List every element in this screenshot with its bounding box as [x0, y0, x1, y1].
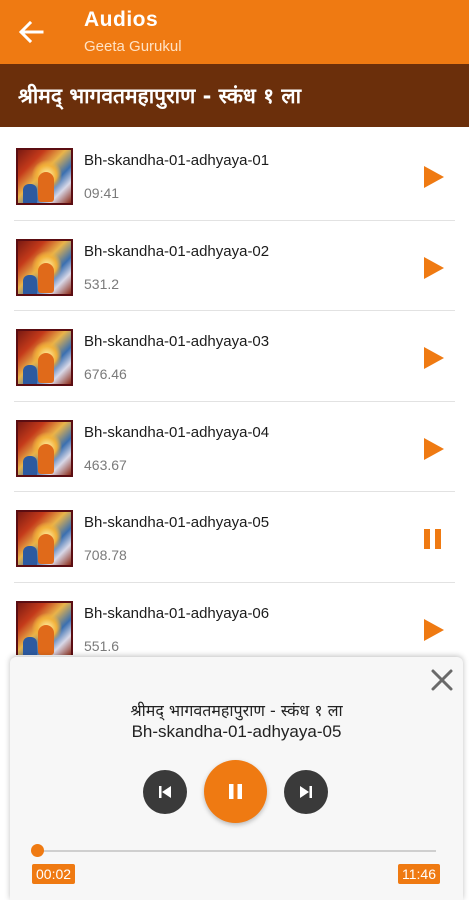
app-subtitle: Geeta Gurukul: [84, 38, 182, 55]
play-icon[interactable]: [421, 618, 445, 642]
track-duration: 708.78: [84, 547, 127, 563]
close-icon[interactable]: [429, 667, 455, 693]
track-name: Bh-skandha-01-adhyaya-03: [84, 333, 270, 350]
track-row[interactable]: Bh-skandha-01-adhyaya-05 708.78: [14, 492, 455, 583]
app-title: Audios: [84, 8, 159, 31]
previous-button[interactable]: [143, 770, 187, 814]
skip-next-icon: [300, 786, 312, 798]
track-thumbnail: [16, 510, 73, 567]
pause-icon: [229, 784, 242, 799]
track-name: Bh-skandha-01-adhyaya-01: [84, 152, 270, 169]
current-time: 00:02: [32, 864, 76, 884]
track-row[interactable]: Bh-skandha-01-adhyaya-06 551.6: [14, 583, 455, 655]
seek-thumb[interactable]: [31, 844, 45, 857]
mini-player: श्रीमद् भागवतमहापुराण - स्कंध १ ला Bh-sk…: [10, 657, 463, 900]
next-button[interactable]: [284, 770, 328, 814]
section-title: श्रीमद् भागवतमहापुराण - स्कंध १ ला: [18, 84, 302, 108]
track-name: Bh-skandha-01-adhyaya-05: [84, 514, 270, 531]
track-thumbnail: [16, 329, 73, 386]
section-header: श्रीमद् भागवतमहापुराण - स्कंध १ ला: [0, 64, 469, 127]
player-section-title: श्रीमद् भागवतमहापुराण - स्कंध १ ला: [130, 701, 343, 720]
skip-previous-icon: [159, 786, 171, 798]
total-time: 11:46: [398, 864, 440, 884]
track-row[interactable]: Bh-skandha-01-adhyaya-02 531.2: [14, 221, 455, 311]
track-duration: 463.67: [84, 456, 127, 473]
play-icon[interactable]: [421, 437, 445, 461]
track-duration: 676.46: [84, 366, 127, 382]
track-duration: 531.2: [84, 275, 120, 292]
track-name: Bh-skandha-01-adhyaya-02: [84, 242, 270, 260]
pause-icon[interactable]: [421, 527, 445, 551]
track-row[interactable]: Bh-skandha-01-adhyaya-03 676.46: [14, 311, 455, 402]
back-arrow-icon[interactable]: [16, 18, 46, 46]
track-thumbnail: [16, 238, 73, 296]
play-icon[interactable]: [421, 346, 445, 370]
play-icon[interactable]: [421, 256, 445, 280]
track-name: Bh-skandha-01-adhyaya-04: [84, 423, 270, 441]
player-track-title: Bh-skandha-01-adhyaya-05: [131, 722, 342, 741]
track-list: Bh-skandha-01-adhyaya-01 09:41 Bh-skandh…: [0, 130, 469, 655]
track-row[interactable]: Bh-skandha-01-adhyaya-04 463.67: [14, 402, 455, 492]
track-thumbnail: [16, 419, 73, 477]
track-row[interactable]: Bh-skandha-01-adhyaya-01 09:41: [14, 130, 455, 221]
app-bar: Audios Geeta Gurukul: [0, 0, 469, 64]
track-thumbnail: [16, 600, 73, 655]
track-duration: 551.6: [84, 637, 120, 654]
seek-bar[interactable]: [31, 844, 436, 857]
track-name: Bh-skandha-01-adhyaya-06: [84, 604, 270, 622]
track-thumbnail: [16, 148, 73, 205]
pause-button[interactable]: [204, 760, 267, 823]
play-icon[interactable]: [421, 165, 445, 189]
track-duration: 09:41: [84, 185, 120, 201]
